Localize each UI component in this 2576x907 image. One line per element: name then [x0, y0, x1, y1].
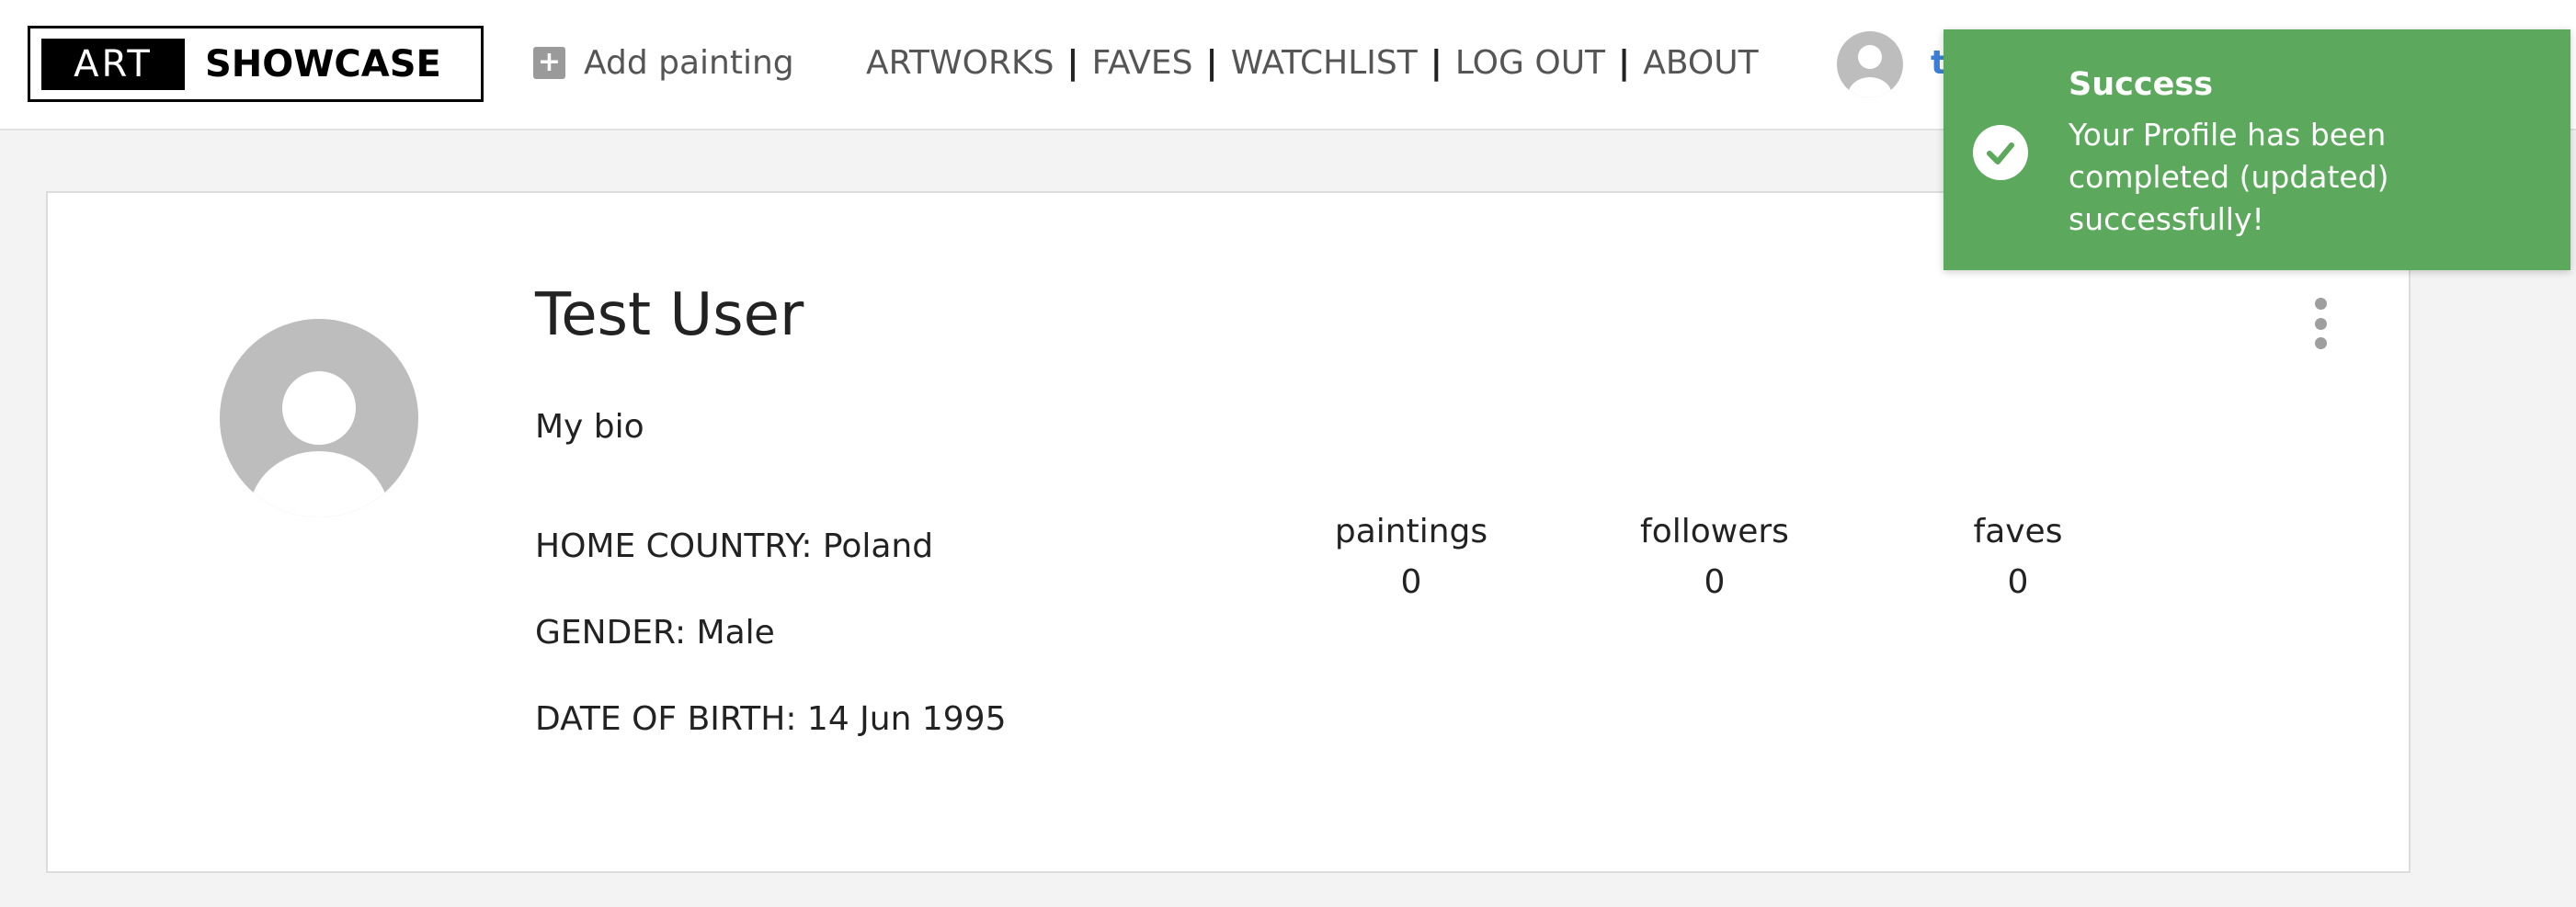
- date-of-birth: DATE OF BIRTH: 14 Jun 1995: [535, 700, 1007, 738]
- gender: GENDER: Male: [535, 614, 775, 652]
- nav-separator: |: [1430, 43, 1442, 82]
- kebab-dot: [2314, 317, 2327, 330]
- kebab-dot: [2314, 298, 2327, 310]
- nav-separator: |: [1066, 43, 1079, 82]
- stat-label: paintings: [1334, 513, 1488, 550]
- profile-name: Test User: [535, 281, 804, 349]
- nav-link-artworks[interactable]: ARTWORKS: [866, 44, 1054, 82]
- nav-link-about[interactable]: ABOUT: [1643, 44, 1758, 82]
- check-circle-icon: [1973, 125, 2028, 180]
- success-toast[interactable]: Success Your Profile has been completed …: [1943, 29, 2570, 270]
- nav-separator: |: [1618, 43, 1631, 82]
- kebab-dot: [2314, 337, 2327, 349]
- plus-icon: +: [533, 46, 565, 79]
- kebab-menu-icon[interactable]: [2311, 298, 2330, 349]
- stat-value: 0: [1400, 563, 1422, 601]
- nav-link-logout[interactable]: LOG OUT: [1455, 44, 1605, 82]
- stat-label: followers: [1640, 513, 1789, 550]
- add-painting-label: Add painting: [584, 43, 794, 82]
- user-avatar-icon[interactable]: [1837, 31, 1903, 97]
- main-nav: ARTWORKS | FAVES | WATCHLIST | LOG OUT |…: [866, 37, 1759, 88]
- nav-link-faves[interactable]: FAVES: [1092, 44, 1193, 82]
- logo-showcase-text: SHOWCASE: [205, 43, 441, 85]
- stat-value: 0: [1704, 563, 1726, 601]
- toast-title: Success: [2069, 66, 2214, 103]
- stat-faves[interactable]: faves 0: [1908, 513, 2128, 601]
- stat-paintings[interactable]: paintings 0: [1301, 513, 1522, 601]
- stat-followers[interactable]: followers 0: [1604, 513, 1825, 601]
- profile-avatar-icon: [220, 319, 418, 517]
- profile-card: Test User My bio HOME COUNTRY: Poland GE…: [46, 191, 2411, 873]
- toast-message: Your Profile has been completed (updated…: [2069, 117, 2389, 237]
- home-country: HOME COUNTRY: Poland: [535, 527, 934, 565]
- profile-bio: My bio: [535, 408, 644, 446]
- nav-separator: |: [1205, 43, 1218, 82]
- site-logo[interactable]: ART SHOWCASE: [28, 26, 484, 102]
- stat-value: 0: [2007, 563, 2029, 601]
- add-painting-button[interactable]: + Add painting: [533, 37, 794, 88]
- nav-link-watchlist[interactable]: WATCHLIST: [1231, 44, 1418, 82]
- logo-art-text: ART: [41, 39, 185, 90]
- stat-label: faves: [1973, 513, 2063, 550]
